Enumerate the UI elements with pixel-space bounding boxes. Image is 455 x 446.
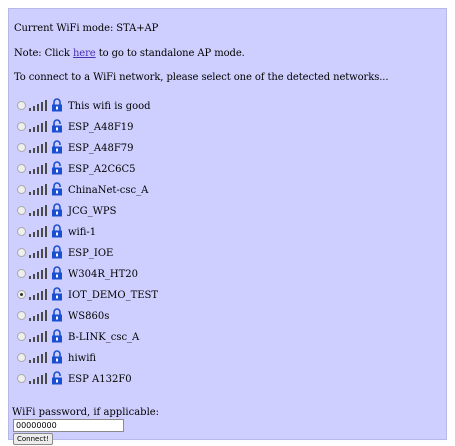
- password-label: WiFi password, if applicable:: [12, 407, 160, 418]
- signal-strength-icon: [29, 309, 47, 321]
- network-radio[interactable]: [17, 331, 26, 341]
- lock-closed-icon: [52, 245, 62, 259]
- signal-strength-icon: [29, 288, 47, 300]
- network-row[interactable]: B-LINK_csc_A: [17, 328, 139, 344]
- network-ssid: B-LINK_csc_A: [68, 331, 140, 343]
- network-row[interactable]: W304R_HT20: [17, 265, 138, 281]
- lock-closed-icon: [52, 224, 62, 238]
- network-row[interactable]: This wifi is good: [17, 97, 151, 113]
- network-ssid: ChinaNet-csc_A: [68, 184, 149, 196]
- signal-strength-icon: [29, 372, 47, 384]
- lock-closed-icon: [52, 203, 62, 217]
- network-radio[interactable]: [17, 268, 26, 278]
- network-row[interactable]: ESP_IOE: [17, 244, 113, 260]
- network-row[interactable]: JCG_WPS: [17, 202, 117, 218]
- network-row[interactable]: ChinaNet-csc_A: [17, 181, 148, 197]
- note-text: Note: Click here to go to standalone AP …: [14, 48, 245, 59]
- signal-strength-icon: [29, 267, 47, 279]
- signal-strength-icon: [29, 162, 47, 174]
- lock-closed-icon: [52, 308, 62, 322]
- network-row[interactable]: wifi-1: [17, 223, 96, 239]
- network-ssid: hiwifi: [68, 352, 97, 364]
- network-ssid: JCG_WPS: [68, 205, 117, 217]
- network-radio[interactable]: [17, 142, 26, 152]
- lock-open-icon: [52, 161, 62, 175]
- lock-open-icon: [52, 287, 62, 301]
- network-ssid: ESP_A48F19: [68, 121, 134, 133]
- network-radio[interactable]: [17, 184, 26, 194]
- standalone-ap-link[interactable]: here: [73, 48, 96, 59]
- network-row[interactable]: hiwifi: [17, 349, 96, 365]
- network-ssid: ESP A132F0: [68, 373, 132, 385]
- signal-strength-icon: [29, 183, 47, 195]
- instruction-text: To connect to a WiFi network, please sel…: [14, 72, 389, 83]
- lock-closed-icon: [52, 98, 62, 112]
- network-radio[interactable]: [17, 289, 26, 299]
- lock-open-icon: [52, 140, 62, 154]
- network-ssid: ESP_A2C6C5: [68, 163, 136, 175]
- network-radio[interactable]: [17, 310, 26, 320]
- network-row[interactable]: IOT_DEMO_TEST: [17, 286, 158, 302]
- network-ssid: WS860s: [68, 310, 110, 322]
- signal-strength-icon: [29, 351, 47, 363]
- signal-strength-icon: [29, 204, 47, 216]
- connect-button[interactable]: Connect!: [13, 433, 53, 445]
- network-ssid: ESP_IOE: [68, 247, 114, 259]
- network-ssid: IOT_DEMO_TEST: [68, 289, 159, 301]
- network-row[interactable]: WS860s: [17, 307, 109, 323]
- network-ssid: W304R_HT20: [68, 268, 139, 280]
- network-row[interactable]: ESP_A48F19: [17, 118, 134, 134]
- network-radio[interactable]: [17, 226, 26, 236]
- password-input[interactable]: [13, 419, 124, 432]
- network-ssid: ESP_A48F79: [68, 142, 134, 154]
- signal-strength-icon: [29, 99, 47, 111]
- network-radio[interactable]: [17, 205, 26, 215]
- network-radio[interactable]: [17, 352, 26, 362]
- network-radio[interactable]: [17, 100, 26, 110]
- wifi-settings-panel: Current WiFi mode: STA+AP Note: Click he…: [8, 8, 447, 445]
- signal-strength-icon: [29, 141, 47, 153]
- signal-strength-icon: [29, 330, 47, 342]
- network-radio[interactable]: [17, 373, 26, 383]
- signal-strength-icon: [29, 120, 47, 132]
- network-row[interactable]: ESP_A2C6C5: [17, 160, 136, 176]
- lock-closed-icon: [52, 350, 62, 364]
- signal-strength-icon: [29, 246, 47, 258]
- signal-strength-icon: [29, 225, 47, 237]
- lock-closed-icon: [52, 329, 62, 343]
- network-radio[interactable]: [17, 163, 26, 173]
- lock-open-icon: [52, 371, 62, 385]
- lock-open-icon: [52, 182, 62, 196]
- network-row[interactable]: ESP A132F0: [17, 370, 132, 386]
- lock-open-icon: [52, 119, 62, 133]
- network-row[interactable]: ESP_A48F79: [17, 139, 134, 155]
- lock-closed-icon: [52, 266, 62, 280]
- network-radio[interactable]: [17, 121, 26, 131]
- current-mode-text: Current WiFi mode: STA+AP: [14, 23, 159, 34]
- network-ssid: wifi-1: [68, 226, 97, 238]
- network-radio[interactable]: [17, 247, 26, 257]
- network-ssid: This wifi is good: [68, 100, 151, 112]
